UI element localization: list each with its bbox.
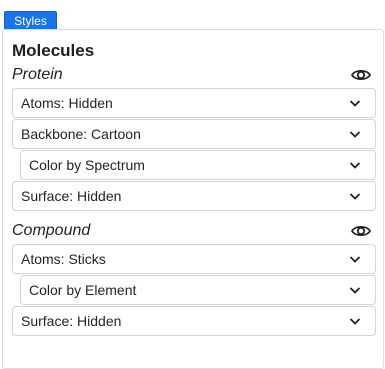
select-label: Backbone: Cartoon (21, 126, 141, 142)
eye-icon[interactable] (351, 224, 371, 238)
select-label: Color by Element (29, 282, 137, 298)
chevron-down-icon (349, 318, 361, 325)
select-compound-color[interactable]: Color by Element (20, 275, 376, 305)
select-label: Surface: Hidden (21, 188, 122, 204)
select-compound-surface[interactable]: Surface: Hidden (12, 306, 376, 336)
select-label: Color by Spectrum (29, 157, 145, 173)
chevron-down-icon (349, 131, 361, 138)
chevron-down-icon (349, 287, 361, 294)
section-label-compound: Compound (12, 222, 91, 239)
select-label: Atoms: Sticks (21, 251, 106, 267)
select-protein-color[interactable]: Color by Spectrum (20, 150, 376, 180)
select-protein-surface[interactable]: Surface: Hidden (12, 181, 376, 211)
chevron-down-icon (349, 100, 361, 107)
chevron-down-icon (349, 256, 361, 263)
chevron-down-icon (349, 162, 361, 169)
panel-title: Molecules (12, 41, 95, 60)
eye-icon[interactable] (351, 68, 371, 82)
section-label-protein: Protein (12, 66, 63, 83)
select-protein-atoms[interactable]: Atoms: Hidden (12, 88, 376, 118)
chevron-down-icon (349, 193, 361, 200)
select-compound-atoms[interactable]: Atoms: Sticks (12, 244, 376, 274)
select-protein-backbone[interactable]: Backbone: Cartoon (12, 119, 376, 149)
select-label: Surface: Hidden (21, 313, 122, 329)
tab-styles[interactable]: Styles (4, 11, 57, 29)
select-label: Atoms: Hidden (21, 95, 113, 111)
